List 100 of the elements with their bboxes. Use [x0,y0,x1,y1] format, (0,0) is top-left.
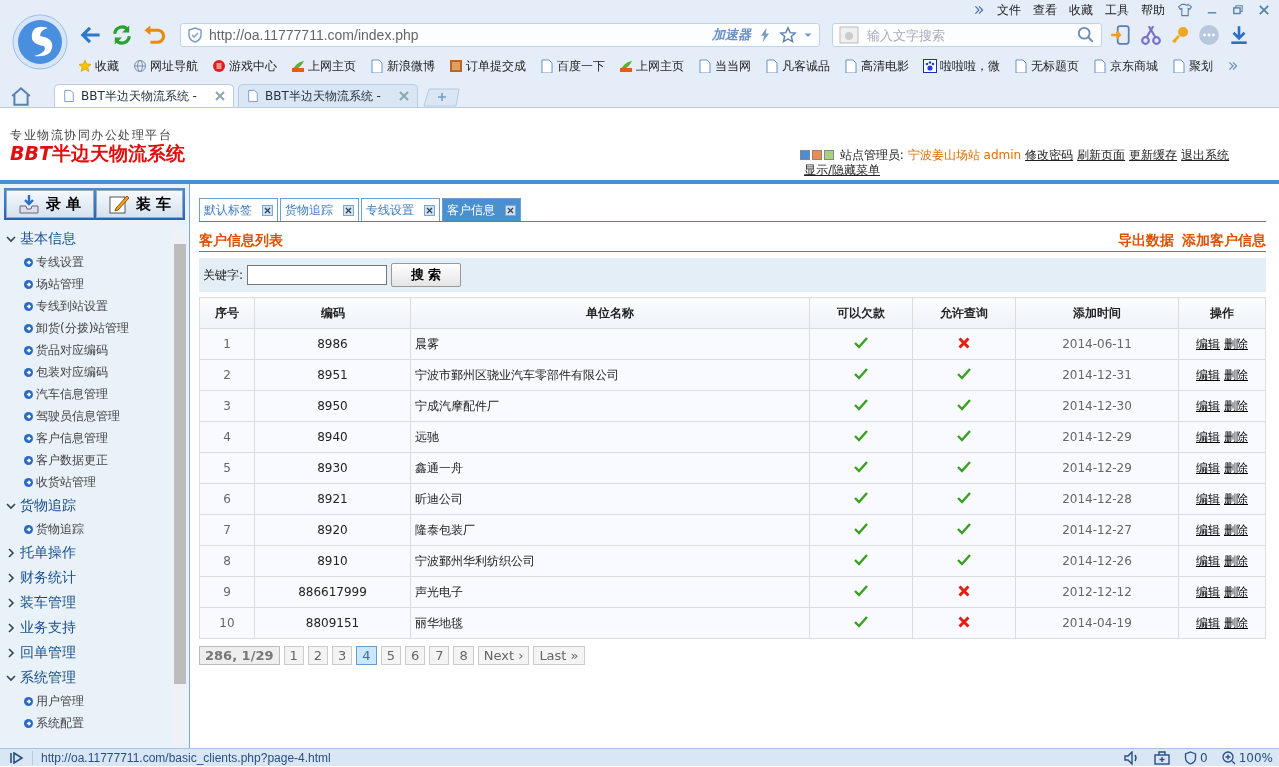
edit-link[interactable]: 编辑 [1196,460,1220,475]
header-link[interactable]: 显示/隐藏菜单 [804,163,881,177]
user-name: admin [983,148,1022,162]
menu-item[interactable]: 帮助 [1141,1,1165,19]
edit-link[interactable]: 编辑 [1196,336,1220,351]
menu-group[interactable]: 回单管理 [0,640,76,665]
menu-item[interactable]: 查看 [1033,1,1057,19]
edit-link[interactable]: 编辑 [1196,553,1220,568]
sidebar-button[interactable]: 录 单 [6,190,94,218]
table-cell: 2014-12-31 [1015,359,1179,391]
delete-link[interactable]: 删除 [1224,615,1248,630]
bookmark[interactable]: 新浪微博 [370,57,435,75]
menu-group[interactable]: 托单操作 [0,540,76,565]
menu-item[interactable]: 场站管理 [0,273,84,295]
page-link[interactable]: 5 [380,646,401,665]
menu-item[interactable]: 汽车信息管理 [0,383,108,405]
menu-item[interactable]: 专线设置 [0,251,84,273]
menu-group[interactable]: 货物追踪 [0,493,76,518]
browser-tab[interactable]: BBT半边天物流系统 - [54,84,234,107]
delete-link[interactable]: 删除 [1224,522,1248,537]
table-cell: 5 [199,452,255,484]
page-link[interactable]: 8 [453,646,474,665]
header-link[interactable]: 刷新页面 [1077,148,1126,162]
edit-link[interactable]: 编辑 [1196,491,1220,506]
next-link[interactable]: Next › [477,646,530,665]
menu-item[interactable]: 货物追踪 [0,518,84,540]
header-link[interactable]: 退出系统 [1181,148,1230,162]
menu-item[interactable]: 客户信息管理 [0,427,108,449]
action-link[interactable]: 导出数据 [1118,232,1174,250]
bookmark[interactable]: 百度一下 [540,57,605,75]
bookmark[interactable]: 网址导航 [133,57,198,75]
page-link[interactable]: 4 [356,646,377,665]
sidebar-button[interactable]: 装 车 [95,190,183,218]
edit-link[interactable]: 编辑 [1196,584,1220,599]
menu-group[interactable]: 业务支持 [0,615,76,640]
header-link[interactable]: 修改密码 [1025,148,1074,162]
header-link[interactable]: 更新缓存 [1129,148,1178,162]
menu-item[interactable]: 工具 [1105,1,1129,19]
menu-item[interactable]: 包装对应编码 [0,361,108,383]
slogan: 专业物流协同办公处理平台 [10,127,172,143]
edit-link[interactable]: 编辑 [1196,367,1220,382]
menu-item[interactable]: 系统配置 [0,712,84,734]
bookmark[interactable]: 聚划 [1172,57,1213,75]
menu-item[interactable]: 收藏 [1069,1,1093,19]
table-cell: 丽华地毯 [410,607,810,639]
edit-link[interactable]: 编辑 [1196,522,1220,537]
delete-link[interactable]: 删除 [1224,398,1248,413]
bookmark[interactable]: 收藏 [78,57,119,75]
page-link[interactable]: 6 [404,646,426,665]
page-link[interactable]: 3 [332,646,353,665]
bookmark[interactable]: 京东商城 [1093,57,1158,75]
browser-tab[interactable]: BBT半边天物流系统 - [238,84,418,107]
bookmark[interactable]: 上网主页 [291,57,356,75]
menu-group[interactable]: 基本信息 [0,226,76,251]
edit-link[interactable]: 编辑 [1196,398,1220,413]
page-link[interactable]: 1 [283,646,304,665]
tab[interactable]: 专线设置 [361,198,440,221]
bookmark[interactable]: 啦啦啦，微 [923,57,1000,75]
menu-item[interactable]: 专线到站设置 [0,295,108,317]
page-link[interactable]: 2 [307,646,329,665]
table-cell: 鑫通一舟 [410,452,810,484]
bookmark[interactable]: 游戏中心 [212,57,277,75]
bookmark[interactable]: 上网主页 [619,57,684,75]
delete-link[interactable]: 删除 [1224,367,1248,382]
delete-link[interactable]: 删除 [1224,491,1248,506]
edit-link[interactable]: 编辑 [1196,429,1220,444]
menu-group[interactable]: 装车管理 [0,590,76,615]
menu-item[interactable]: 用户管理 [0,690,84,712]
bookmark[interactable]: 无标题页 [1014,57,1079,75]
search-button[interactable]: 搜 索 [391,263,462,287]
menu-item[interactable]: 文件 [997,1,1021,19]
menu-group[interactable]: 系统管理 [0,665,76,690]
last-link[interactable]: Last » [533,646,585,665]
delete-link[interactable]: 删除 [1224,429,1248,444]
menu-item[interactable]: 驾驶员信息管理 [0,405,120,427]
table-cell: 8950 [254,390,411,422]
menu-group[interactable]: 财务统计 [0,565,76,590]
tab[interactable]: 默认标签 [199,198,278,221]
menu-item[interactable]: 收货站管理 [0,471,96,493]
menu-item[interactable]: 卸货(分拨)站管理 [0,317,130,339]
menu-item[interactable]: 客户数据更正 [0,449,108,471]
address-bar[interactable]: http://oa.11777711.com/index.php 加速器 [180,23,820,47]
search-field[interactable]: 输入文字搜索 [832,23,1102,47]
delete-link[interactable]: 删除 [1224,336,1248,351]
edit-link[interactable]: 编辑 [1196,615,1220,630]
bookmark[interactable]: 高清电影 [844,57,909,75]
bookmark[interactable]: 当当网 [698,57,751,75]
column-header: 操作 [1178,297,1266,329]
search-input[interactable]: 输入文字搜索 [865,26,1071,44]
menu-item[interactable]: 货品对应编码 [0,339,108,361]
bookmark[interactable]: 凡客诚品 [765,57,830,75]
delete-link[interactable]: 删除 [1224,553,1248,568]
delete-link[interactable]: 删除 [1224,460,1248,475]
page-link[interactable]: 7 [429,646,450,665]
tab[interactable]: 货物追踪 [280,198,359,221]
table-cell: 10 [199,607,255,639]
bookmark[interactable]: 订单提交成 [449,57,526,75]
column-header: 可以欠款 [809,297,913,329]
action-link[interactable]: 添加客户信息 [1182,232,1266,250]
delete-link[interactable]: 删除 [1224,584,1248,599]
